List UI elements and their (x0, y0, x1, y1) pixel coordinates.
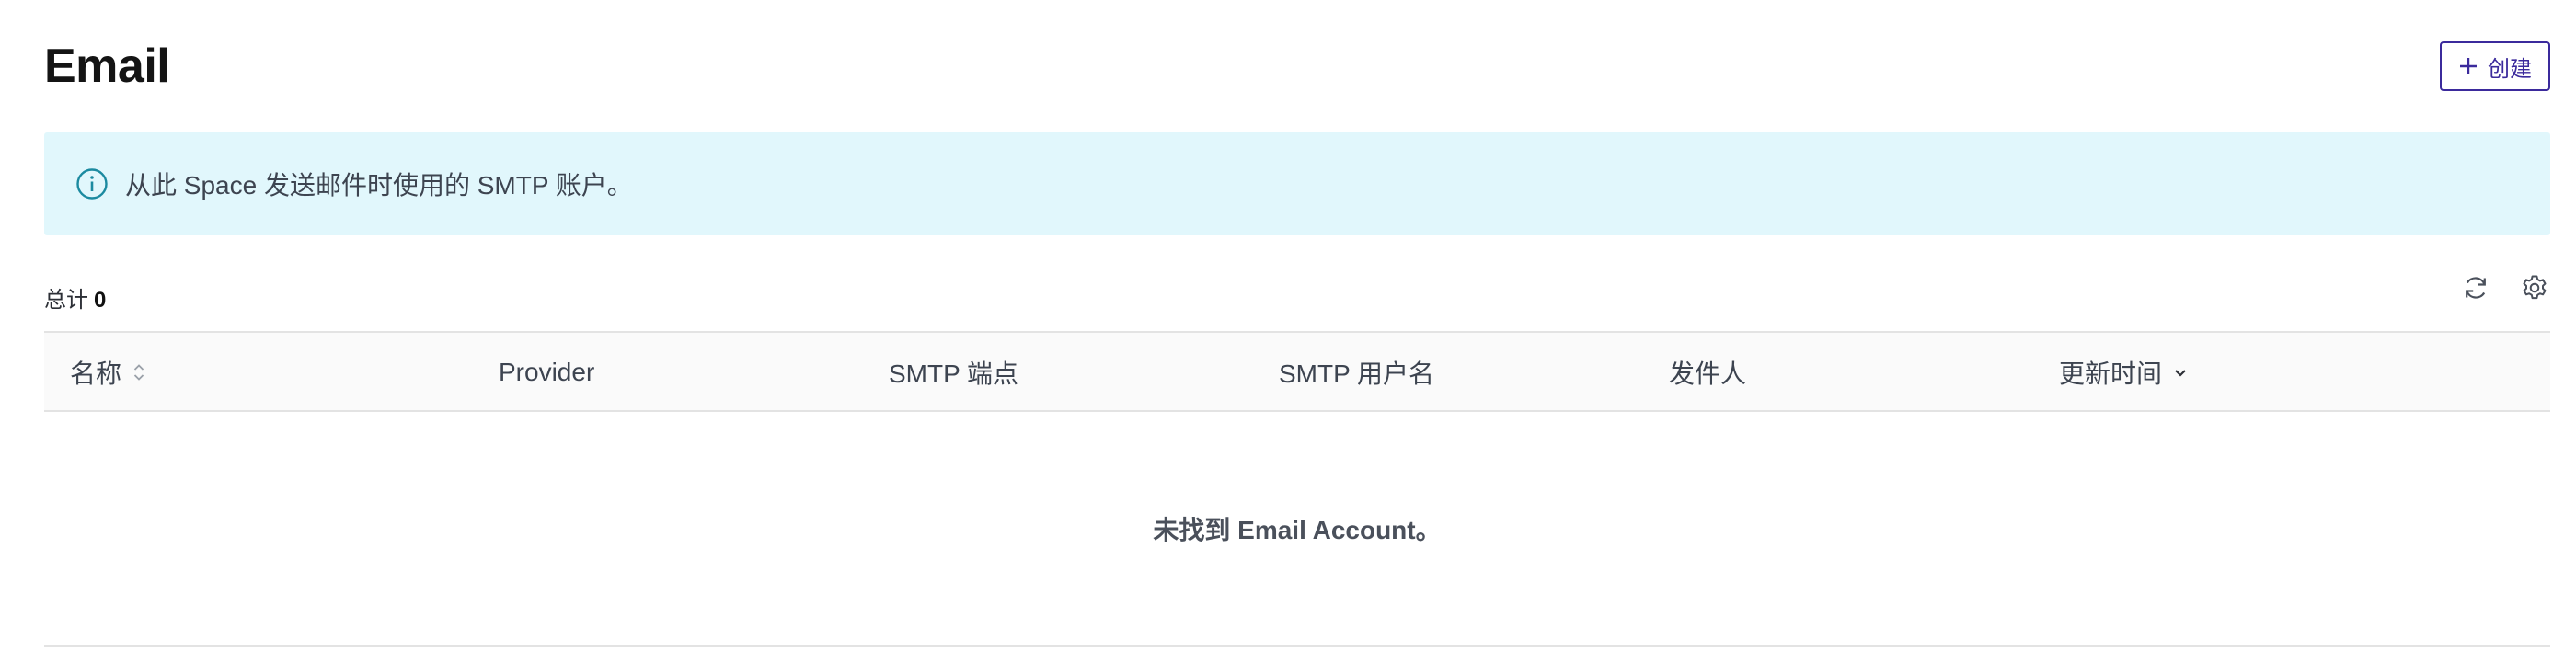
empty-state: 未找到 Email Account。 (44, 412, 2550, 647)
settings-icon[interactable] (2519, 272, 2550, 303)
column-label: 发件人 (1669, 360, 1747, 388)
column-header-smtp-username[interactable]: SMTP 用户名 (1279, 333, 1434, 412)
column-label: SMTP 端点 (889, 360, 1019, 388)
create-button[interactable]: 创建 (2440, 41, 2550, 91)
column-label: 更新时间 (2059, 360, 2163, 388)
info-icon (75, 167, 109, 200)
email-accounts-page: Email 创建 从此 Space 发送邮件时使用的 SMTP 账户。 总计0 (0, 0, 2576, 662)
plus-icon (2458, 56, 2478, 76)
column-header-updated-at[interactable]: 更新时间 (2059, 333, 2188, 412)
total-label: 总计 (44, 288, 88, 313)
column-header-smtp-endpoint[interactable]: SMTP 端点 (889, 333, 1018, 412)
alert-text: 从此 Space 发送邮件时使用的 SMTP 账户。 (125, 171, 633, 200)
column-header-name[interactable]: 名称 (70, 333, 145, 412)
create-button-label: 创建 (2488, 56, 2532, 82)
column-header-sender[interactable]: 发件人 (1669, 333, 1746, 412)
email-accounts-table: 名称 Provider SMTP 端点 SMTP 用户名 发件人 更新时间 未找… (44, 331, 2550, 647)
total-count-value: 0 (94, 288, 107, 313)
empty-state-message: 未找到 Email Account。 (1153, 516, 1442, 544)
page-header: Email 创建 (44, 33, 2550, 107)
info-alert: 从此 Space 发送邮件时使用的 SMTP 账户。 (44, 132, 2550, 235)
column-label: Provider (499, 358, 595, 386)
page-title: Email (44, 40, 170, 93)
toolbar-actions (2460, 272, 2550, 303)
table-toolbar: 总计 0 (44, 272, 2550, 318)
total-count: 总计 0 (44, 281, 106, 314)
table-header: 名称 Provider SMTP 端点 SMTP 用户名 发件人 更新时间 (44, 331, 2550, 412)
column-header-provider[interactable]: Provider (499, 333, 594, 412)
sort-unsorted-icon[interactable] (132, 361, 145, 383)
sort-descending-icon[interactable] (2173, 361, 2188, 383)
refresh-icon[interactable] (2460, 272, 2491, 303)
column-label: SMTP 用户名 (1279, 360, 1435, 388)
column-label: 名称 (70, 360, 122, 388)
